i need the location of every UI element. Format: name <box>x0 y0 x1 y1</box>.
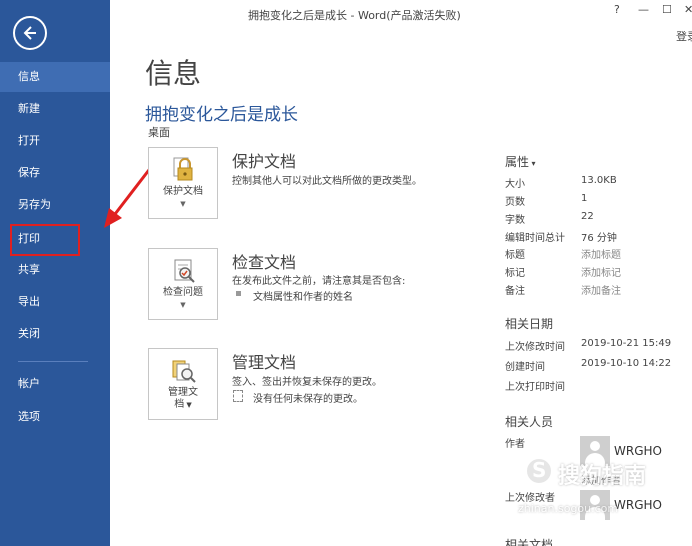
sogou-logo-icon <box>524 456 554 486</box>
protect-document-button[interactable]: 保护文档 ▼ <box>148 147 218 219</box>
check-issues-button[interactable]: 检查问题 ▼ <box>148 248 218 320</box>
author-label: 作者 <box>505 439 525 450</box>
page-title: 信息 <box>145 57 202 90</box>
sidebar-item-new[interactable]: 新建 <box>0 94 110 124</box>
manage-document-tile-label: 管理文 档 ▼ <box>149 387 217 411</box>
chevron-down-icon: ▾ <box>529 159 536 168</box>
check-issues-tile-label: 检查问题 <box>163 287 203 298</box>
sidebar-item-export[interactable]: 导出 <box>0 287 110 317</box>
chevron-down-icon: ▼ <box>180 200 186 208</box>
property-label: 标题 <box>505 250 525 261</box>
properties-heading[interactable]: 属性 ▾ <box>505 153 536 170</box>
manage-document-bullet: 没有任何未保存的更改。 <box>253 394 363 405</box>
property-value-words: 22 <box>581 211 594 222</box>
property-value-pages: 1 <box>581 193 588 204</box>
add-comment-field[interactable]: 添加备注 <box>581 282 621 297</box>
sidebar-item-close[interactable]: 关闭 <box>0 319 110 349</box>
manage-document-icon <box>172 360 196 383</box>
chevron-down-icon: ▼ <box>180 301 186 309</box>
protect-document-tile-label: 保护文档 <box>163 186 203 197</box>
close-button[interactable]: ✕ <box>684 3 692 16</box>
created-value: 2019-10-10 14:22 <box>581 358 672 369</box>
sidebar-item-save[interactable]: 保存 <box>0 158 110 188</box>
login-link[interactable]: 登录 <box>676 28 692 44</box>
manage-document-button[interactable]: 管理文 档 ▼ <box>148 348 218 420</box>
sidebar-item-info[interactable]: 信息 <box>0 62 110 92</box>
window-title: 拥抱变化之后是成长 - Word(产品激活失败) <box>248 9 461 22</box>
property-label: 字数 <box>505 215 525 226</box>
avatar <box>580 436 610 466</box>
add-author-link[interactable]: 添加作者 <box>581 472 621 487</box>
document-location[interactable]: 桌面 <box>148 124 170 140</box>
avatar <box>580 490 610 520</box>
date-label: 创建时间 <box>505 362 545 373</box>
last-modified-value: 2019-10-21 15:49 <box>581 338 672 349</box>
sogou-logo-letter: S <box>532 458 547 482</box>
manage-document-heading: 管理文档 <box>232 353 297 372</box>
inspect-document-heading: 检查文档 <box>232 253 297 272</box>
property-label: 备注 <box>505 286 525 297</box>
inspect-document-bullet: 文档属性和作者的姓名 <box>253 292 353 303</box>
property-value-size: 13.0KB <box>581 175 617 186</box>
related-people-heading: 相关人员 <box>505 415 554 429</box>
document-small-icon <box>233 390 243 402</box>
document-title: 拥抱变化之后是成长 <box>145 105 298 125</box>
last-modified-by-name[interactable]: WRGHO <box>614 498 662 512</box>
help-button[interactable]: ? <box>614 3 620 16</box>
add-tag-field[interactable]: 添加标记 <box>581 264 621 279</box>
back-arrow-icon <box>23 26 36 40</box>
protect-document-heading: 保护文档 <box>232 152 297 171</box>
related-dates-heading: 相关日期 <box>505 317 554 331</box>
back-button[interactable] <box>13 16 47 50</box>
property-label: 大小 <box>505 179 525 190</box>
minimize-button[interactable]: — <box>638 3 649 16</box>
related-documents-heading: 相关文档 <box>505 538 554 546</box>
inspect-document-description: 在发布此文件之前，请注意其是否包含: <box>232 276 406 287</box>
protect-document-description: 控制其他人可以对此文档所做的更改类型。 <box>232 176 422 187</box>
property-label: 标记 <box>505 268 525 279</box>
add-title-field[interactable]: 添加标题 <box>581 246 621 261</box>
manage-document-tile-label-line1: 管理文 <box>168 387 198 398</box>
inspect-icon <box>174 259 195 283</box>
sidebar-item-share[interactable]: 共享 <box>0 255 110 285</box>
sidebar-item-account[interactable]: 帐户 <box>0 369 110 399</box>
backstage-sidebar: 信息 新建 打开 保存 另存为 打印 共享 导出 关闭 帐户 选项 <box>0 0 110 546</box>
sidebar-item-print[interactable]: 打印 <box>0 224 110 254</box>
last-modified-by-label: 上次修改者 <box>505 493 555 504</box>
date-label: 上次修改时间 <box>505 342 565 353</box>
manage-document-tile-label-line2: 档 <box>174 399 185 410</box>
property-label: 编辑时间总计 <box>505 233 565 244</box>
chevron-down-icon: ▼ <box>184 401 192 409</box>
author-name[interactable]: WRGHO <box>614 444 662 458</box>
sidebar-item-open[interactable]: 打开 <box>0 126 110 156</box>
lock-icon <box>173 157 193 181</box>
date-label: 上次打印时间 <box>505 382 565 393</box>
sidebar-divider <box>18 361 88 362</box>
maximize-button[interactable]: ☐ <box>662 3 672 16</box>
bullet-icon <box>236 291 241 296</box>
manage-document-description: 签入、签出并恢复未保存的更改。 <box>232 377 382 388</box>
property-label: 页数 <box>505 197 525 208</box>
sidebar-item-options[interactable]: 选项 <box>0 402 110 432</box>
sidebar-item-save-as[interactable]: 另存为 <box>0 190 110 220</box>
property-value-edit-time: 76 分钟 <box>581 233 617 244</box>
